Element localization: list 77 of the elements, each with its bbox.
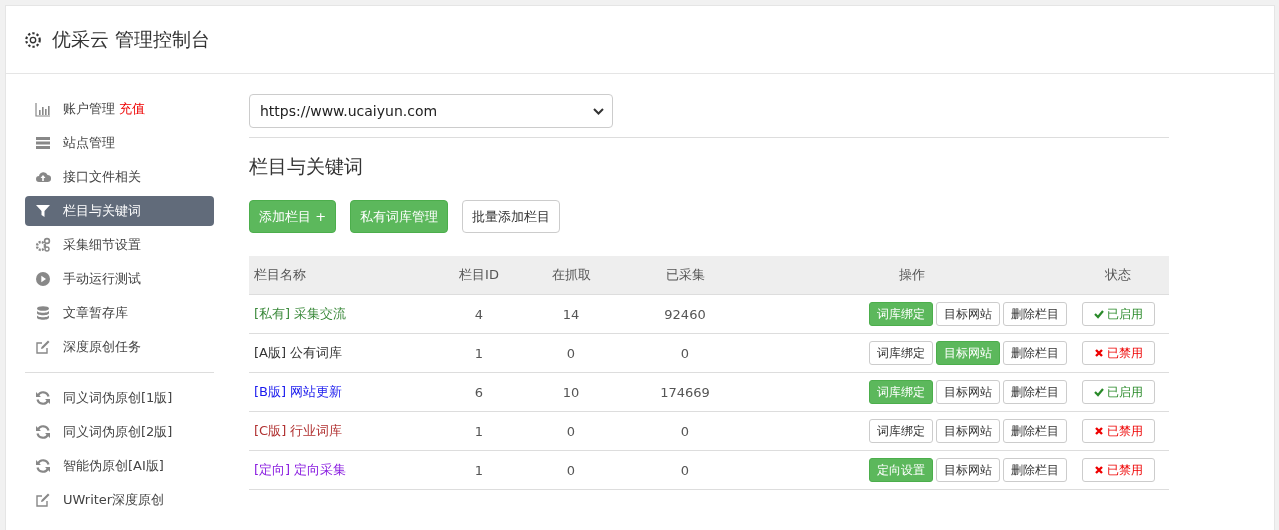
status-button[interactable]: 已启用 [1081,380,1155,404]
section-title: 栏目与关键词 [249,154,364,179]
table-cell: 10 [529,373,613,412]
status-button[interactable]: 已禁用 [1081,458,1155,482]
table-cell: 1 [429,334,529,373]
column-name-cell: [私有] 采集交流 [249,295,429,334]
sidebar-item[interactable]: 账户管理 充值 [25,94,214,124]
column-header: 栏目ID [429,256,529,295]
recharge-link[interactable]: 充值 [119,100,145,118]
table-cell: 1 [429,412,529,451]
action-button[interactable]: 删除栏目 [1003,380,1067,404]
action-button[interactable]: 词库绑定 [869,419,933,443]
settings-icon [24,30,42,49]
action-button[interactable]: 目标网站 [936,380,1000,404]
server-icon [35,135,51,151]
action-button[interactable]: 删除栏目 [1003,458,1067,482]
sidebar-item[interactable]: 栏目与关键词 [25,196,214,226]
refresh-icon [35,424,51,440]
database-icon [35,305,51,321]
table-cell: 0 [529,451,613,490]
status-button[interactable]: 已启用 [1081,302,1155,326]
column-header: 栏目名称 [249,256,429,295]
edit-icon [35,339,51,355]
column-name-cell: [A版] 公有词库 [249,334,429,373]
refresh-icon [35,458,51,474]
cross-icon [1093,465,1104,475]
action-button[interactable]: 删除栏目 [1003,302,1067,326]
sidebar-item[interactable]: 同义词伪原创[2版] [25,417,214,447]
action-button[interactable]: 删除栏目 [1003,341,1067,365]
cloud-upload-icon [35,169,51,185]
column-name-cell: [定向] 定向采集 [249,451,429,490]
table-cell: 0 [613,451,757,490]
table-cell: 174669 [613,373,757,412]
table-cell: 0 [613,412,757,451]
action-button[interactable]: 目标网站 [936,458,1000,482]
table-cell: 0 [529,412,613,451]
sidebar-item[interactable]: 同义词伪原创[1版] [25,383,214,413]
action-button[interactable]: 词库绑定 [869,341,933,365]
column-header: 已采集 [613,256,757,295]
column-name-cell: [C版] 行业词库 [249,412,429,451]
table-cell: 6 [429,373,529,412]
cross-icon [1093,348,1104,358]
sidebar-item[interactable]: 接口文件相关 [25,162,214,192]
status-button[interactable]: 已禁用 [1081,341,1155,365]
sidebar-item[interactable]: 手动运行测试 [25,264,214,294]
action-button[interactable]: 目标网站 [936,419,1000,443]
edit-icon [35,492,51,508]
action-button[interactable]: 目标网站 [936,302,1000,326]
table-cell: 0 [613,334,757,373]
toolbar-button[interactable]: 批量添加栏目 [462,200,561,233]
chevron-down-icon [593,107,604,115]
filter-icon [35,203,51,219]
table-cell: 92460 [613,295,757,334]
sidebar-item[interactable]: 智能伪原创[AI版] [25,451,214,481]
sidebar-item[interactable]: 采集细节设置 [25,230,214,260]
site-select[interactable]: https://www.ucaiyun.com [249,94,613,128]
status-button[interactable]: 已禁用 [1081,419,1155,443]
table-cell: 1 [429,451,529,490]
app-title: 优采云 管理控制台 [52,26,211,52]
table-cell: 0 [529,334,613,373]
sidebar-item[interactable]: 站点管理 [25,128,214,158]
cross-icon [1093,426,1104,436]
table-cell: 4 [429,295,529,334]
sidebar-item[interactable]: 文章暂存库 [25,298,214,328]
column-header: 操作 [757,256,1067,295]
table-cell: 14 [529,295,613,334]
check-icon [1093,309,1104,319]
sidebar-item[interactable]: 深度原创任务 [25,332,214,362]
check-icon [1093,387,1104,397]
refresh-icon [35,390,51,406]
sidebar-item[interactable]: UWriter深度原创 [25,485,214,515]
bar-chart-icon [35,101,51,117]
column-header: 在抓取 [529,256,613,295]
column-header: 状态 [1067,256,1169,295]
play-icon [35,271,51,287]
column-name-cell: [B版] 网站更新 [249,373,429,412]
action-button[interactable]: 删除栏目 [1003,419,1067,443]
